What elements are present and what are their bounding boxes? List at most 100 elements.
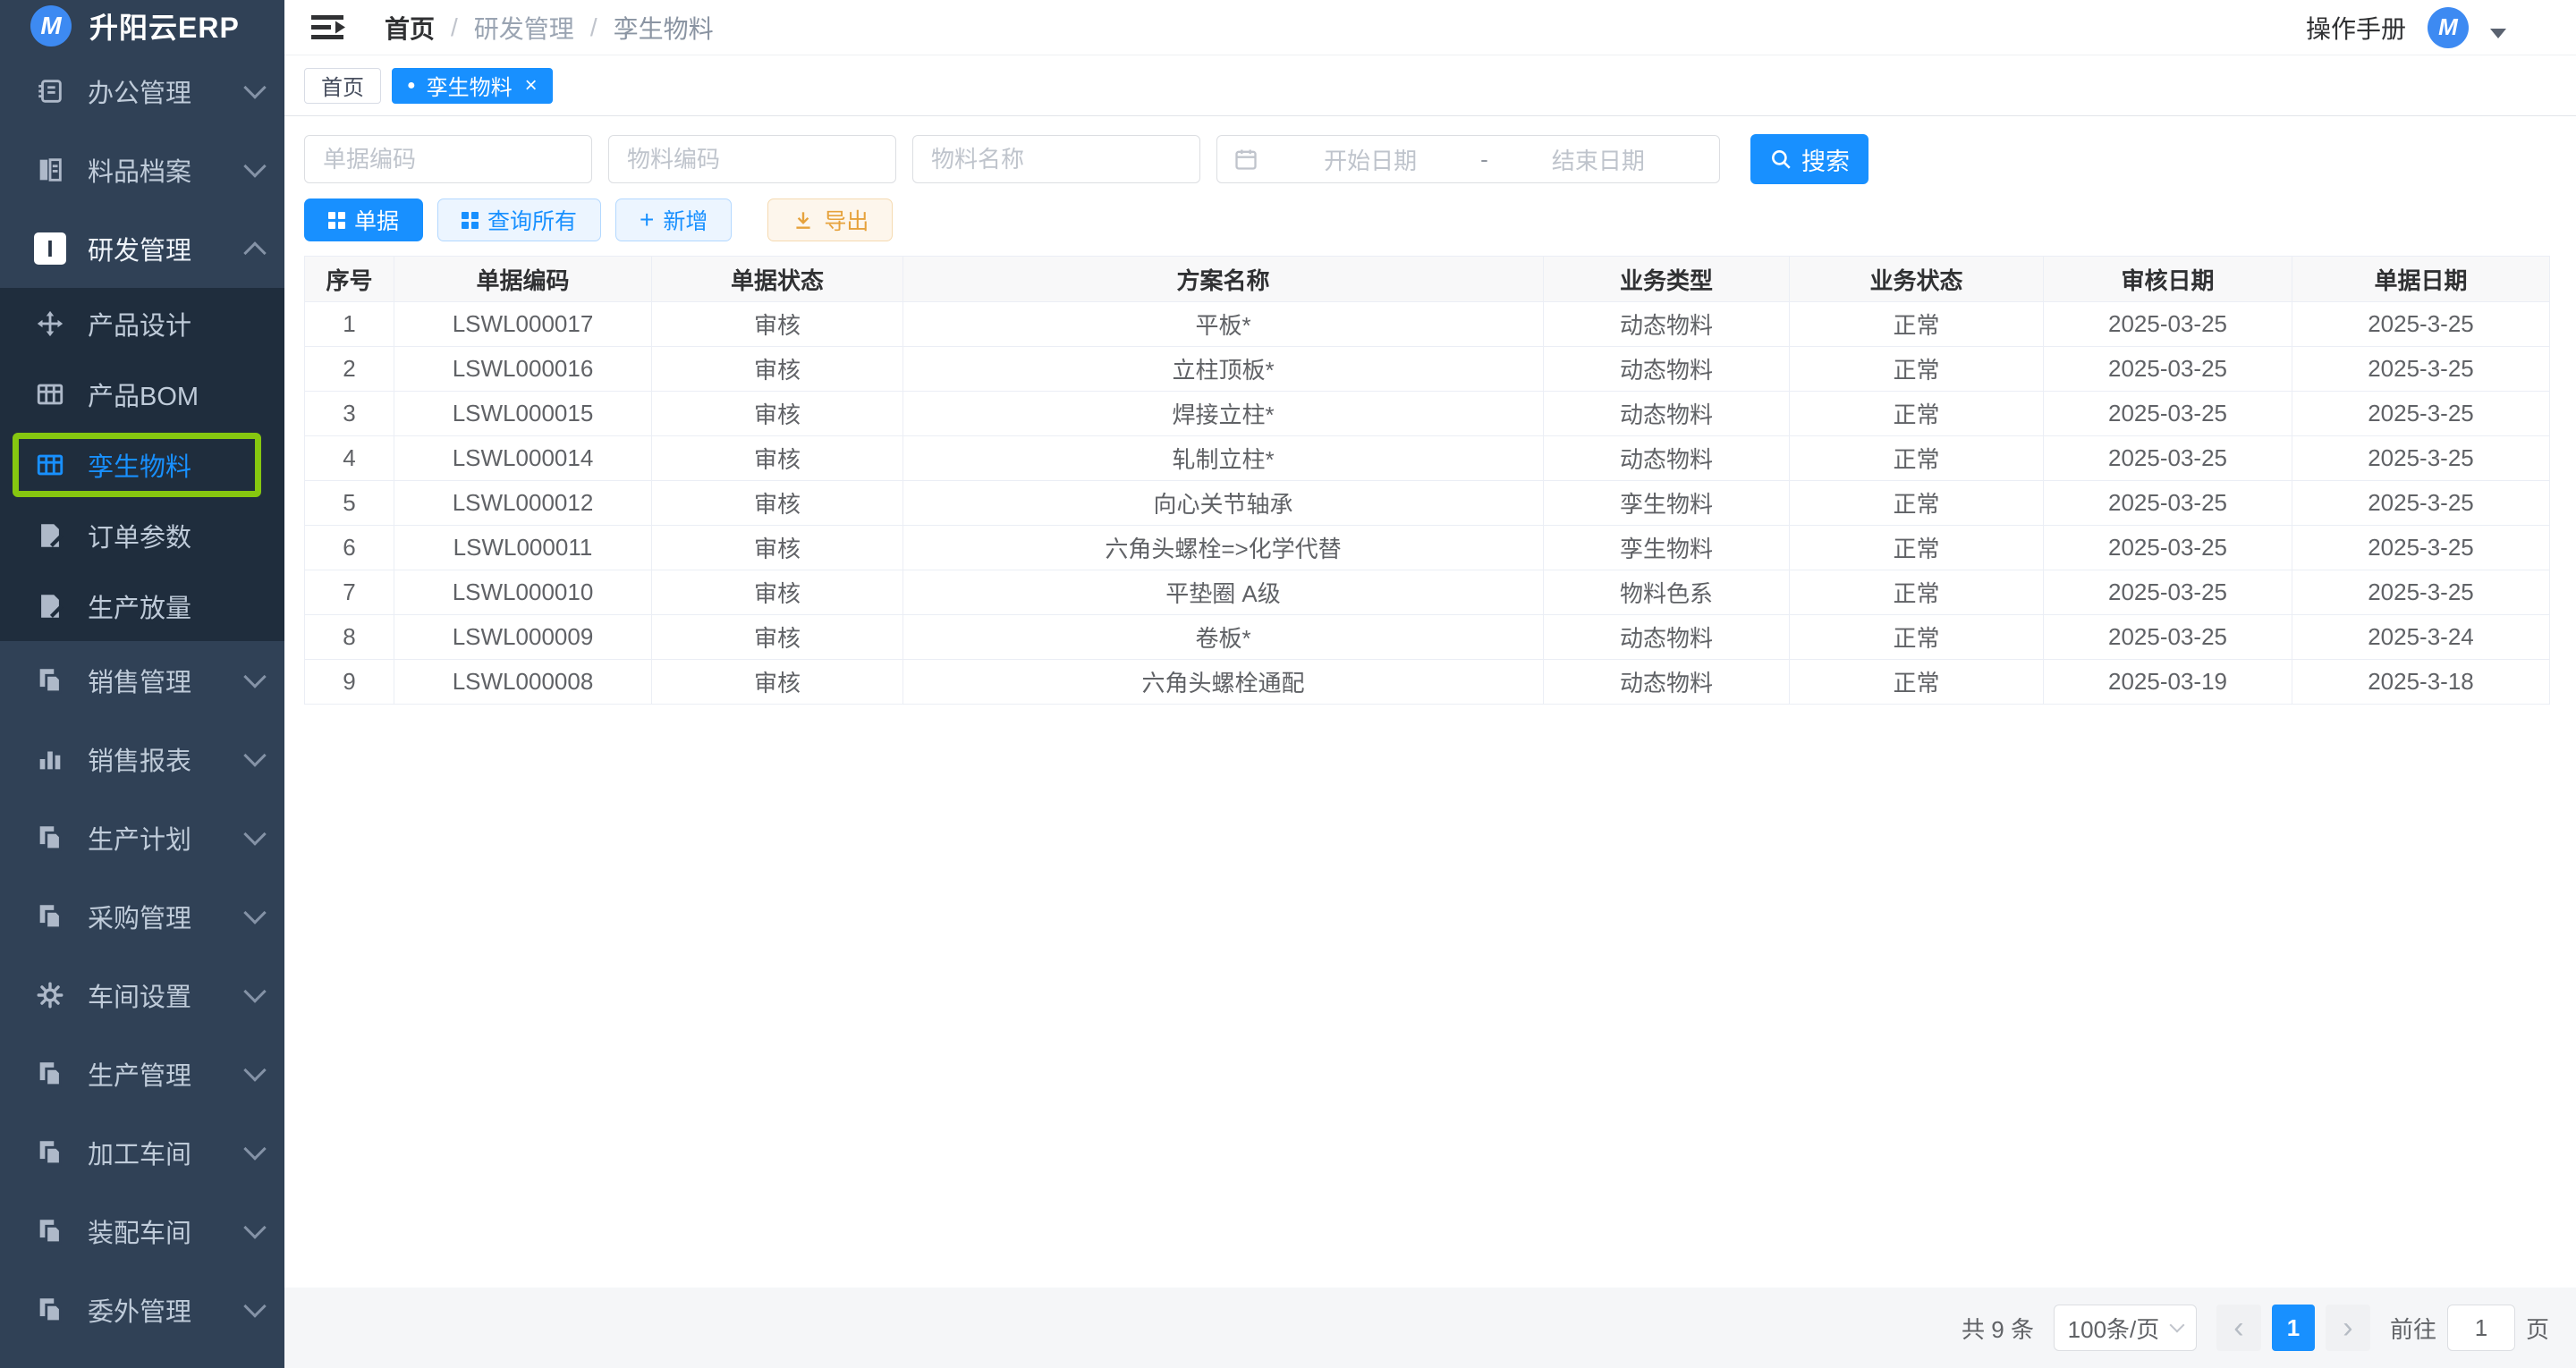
- doc-button[interactable]: 单据: [304, 198, 423, 241]
- sidebar-item-twin-material[interactable]: 孪生物料: [0, 429, 284, 500]
- table-row: 9 LSWL000008 审核 六角头螺栓通配 动态物料 正常 2025-03-…: [305, 660, 2550, 705]
- office-icon: [34, 75, 66, 107]
- grid-icon: [328, 212, 345, 229]
- sidebar-item-material-archive[interactable]: 料品档案: [0, 131, 284, 209]
- chevron-down-icon: [243, 1295, 266, 1317]
- copy-icon: [34, 1058, 66, 1090]
- copy-icon: [34, 822, 66, 854]
- cell-doc-code-link[interactable]: LSWL000009: [394, 615, 652, 660]
- cell-audit-date: 2025-03-19: [2044, 660, 2292, 705]
- sidebar-item-product-design[interactable]: 产品设计: [0, 288, 284, 359]
- table-icon: [34, 378, 66, 410]
- sidebar-item-product-bom[interactable]: 产品BOM: [0, 359, 284, 429]
- top-bar: 首页 / 研发管理 / 孪生物料 操作手册 M: [284, 0, 2576, 55]
- logo-icon: M: [30, 5, 72, 46]
- next-page-button[interactable]: ›: [2326, 1305, 2370, 1351]
- cell-business-type: 物料色系: [1544, 570, 1790, 615]
- cell-doc-code-link[interactable]: LSWL000015: [394, 392, 652, 436]
- sidebar-item-sales-report[interactable]: 销售报表: [0, 720, 284, 798]
- column-header-business-status: 业务状态: [1790, 257, 2044, 302]
- page-number-button[interactable]: 1: [2272, 1305, 2315, 1351]
- operation-manual-link[interactable]: 操作手册: [2306, 10, 2406, 46]
- column-header-scheme-name: 方案名称: [903, 257, 1544, 302]
- sidebar-item-office-mgmt[interactable]: 办公管理: [0, 52, 284, 131]
- table-row: 3 LSWL000015 审核 焊接立柱* 动态物料 正常 2025-03-25…: [305, 392, 2550, 436]
- cell-serial: 4: [305, 436, 394, 481]
- breadcrumb-home[interactable]: 首页: [385, 10, 435, 46]
- cell-doc-code-link[interactable]: LSWL000011: [394, 526, 652, 570]
- goto-page-input[interactable]: [2447, 1305, 2515, 1351]
- sidebar-item-label: 销售报表: [88, 740, 191, 778]
- cell-doc-code-link[interactable]: LSWL000008: [394, 660, 652, 705]
- sidebar-item-purchase-mgmt[interactable]: 采购管理: [0, 877, 284, 956]
- cell-doc-code-link[interactable]: LSWL000017: [394, 302, 652, 347]
- sidebar-item-assembly-workshop[interactable]: 装配车间: [0, 1192, 284, 1271]
- breadcrumb-current: 孪生物料: [614, 10, 714, 46]
- copy-icon: [34, 900, 66, 933]
- doc-edit-icon: [34, 519, 66, 552]
- column-header-serial: 序号: [305, 257, 394, 302]
- sidebar-item-label: 销售管理: [88, 662, 191, 699]
- prev-page-button[interactable]: ‹: [2216, 1305, 2261, 1351]
- cell-business-type: 动态物料: [1544, 615, 1790, 660]
- page-size-select[interactable]: 100条/页: [2054, 1305, 2197, 1351]
- sidebar-item-production-plan[interactable]: 生产计划: [0, 798, 284, 877]
- tab-home[interactable]: 首页: [304, 68, 381, 104]
- cell-doc-status: 审核: [652, 347, 903, 392]
- sidebar-item-processing-workshop[interactable]: 加工车间: [0, 1113, 284, 1192]
- cell-doc-code-link[interactable]: LSWL000014: [394, 436, 652, 481]
- sidebar-item-outsourcing-mgmt[interactable]: 委外管理: [0, 1271, 284, 1349]
- breadcrumb-separator: /: [590, 13, 597, 42]
- sidebar-item-rd-mgmt[interactable]: I 研发管理: [0, 209, 284, 288]
- pagination-total: 共 9 条: [1962, 1312, 2034, 1345]
- copy-icon: [34, 664, 66, 697]
- copy-icon: [34, 1136, 66, 1169]
- close-icon[interactable]: ×: [525, 75, 538, 97]
- cell-serial: 1: [305, 302, 394, 347]
- cell-scheme-name: 轧制立柱*: [903, 436, 1544, 481]
- material-code-input[interactable]: [608, 135, 896, 183]
- cell-doc-code-link[interactable]: LSWL000010: [394, 570, 652, 615]
- doc-button-label: 单据: [354, 204, 399, 236]
- date-range-picker[interactable]: 开始日期 - 结束日期: [1216, 135, 1720, 183]
- cell-doc-date: 2025-3-25: [2292, 481, 2550, 526]
- tags-view-bar: 首页 ● 孪生物料 ×: [284, 55, 2576, 116]
- tab-twin-material[interactable]: ● 孪生物料 ×: [392, 68, 553, 104]
- cell-doc-status: 审核: [652, 526, 903, 570]
- sidebar-item-production-volume[interactable]: 生产放量: [0, 570, 284, 641]
- export-button[interactable]: 导出: [767, 198, 893, 241]
- doc-code-input[interactable]: [304, 135, 592, 183]
- search-button[interactable]: 搜索: [1750, 134, 1868, 184]
- cell-doc-status: 审核: [652, 660, 903, 705]
- chevron-down-icon: [243, 823, 266, 845]
- cell-scheme-name: 焊接立柱*: [903, 392, 1544, 436]
- start-date-placeholder: 开始日期: [1266, 143, 1475, 176]
- material-name-input[interactable]: [912, 135, 1200, 183]
- sidebar-item-order-params[interactable]: 订单参数: [0, 500, 284, 570]
- table-row: 4 LSWL000014 审核 轧制立柱* 动态物料 正常 2025-03-25…: [305, 436, 2550, 481]
- breadcrumb-rd-mgmt[interactable]: 研发管理: [474, 10, 574, 46]
- column-header-business-type: 业务类型: [1544, 257, 1790, 302]
- query-all-button[interactable]: 查询所有: [437, 198, 601, 241]
- sidebar-item-production-mgmt[interactable]: 生产管理: [0, 1034, 284, 1113]
- add-button[interactable]: + 新增: [615, 198, 732, 241]
- breadcrumb: 首页 / 研发管理 / 孪生物料: [385, 10, 714, 46]
- cell-doc-code-link[interactable]: LSWL000016: [394, 347, 652, 392]
- user-menu-caret-icon[interactable]: [2490, 29, 2506, 38]
- chevron-down-icon: [243, 901, 266, 924]
- sidebar-item-sales-mgmt[interactable]: 销售管理: [0, 641, 284, 720]
- sidebar-collapse-icon[interactable]: [311, 13, 347, 42]
- app-root: M 升阳云ERP 办公管理 料品档案 I 研发管理: [0, 0, 2576, 1368]
- breadcrumb-separator: /: [451, 13, 458, 42]
- cell-business-status: 正常: [1790, 392, 2044, 436]
- toolbar-row: 单据 查询所有 + 新增 导出: [304, 198, 2549, 241]
- bar-chart-icon: [34, 743, 66, 775]
- cell-doc-code-link[interactable]: LSWL000012: [394, 481, 652, 526]
- cell-doc-date: 2025-3-18: [2292, 660, 2550, 705]
- goto-group: 前往 页: [2390, 1305, 2549, 1351]
- sidebar-item-label: 产品设计: [88, 305, 191, 342]
- cell-scheme-name: 六角头螺栓=>化学代替: [903, 526, 1544, 570]
- add-button-label: 新增: [663, 204, 708, 236]
- user-avatar[interactable]: M: [2428, 7, 2469, 48]
- sidebar-item-workshop-settings[interactable]: 车间设置: [0, 956, 284, 1034]
